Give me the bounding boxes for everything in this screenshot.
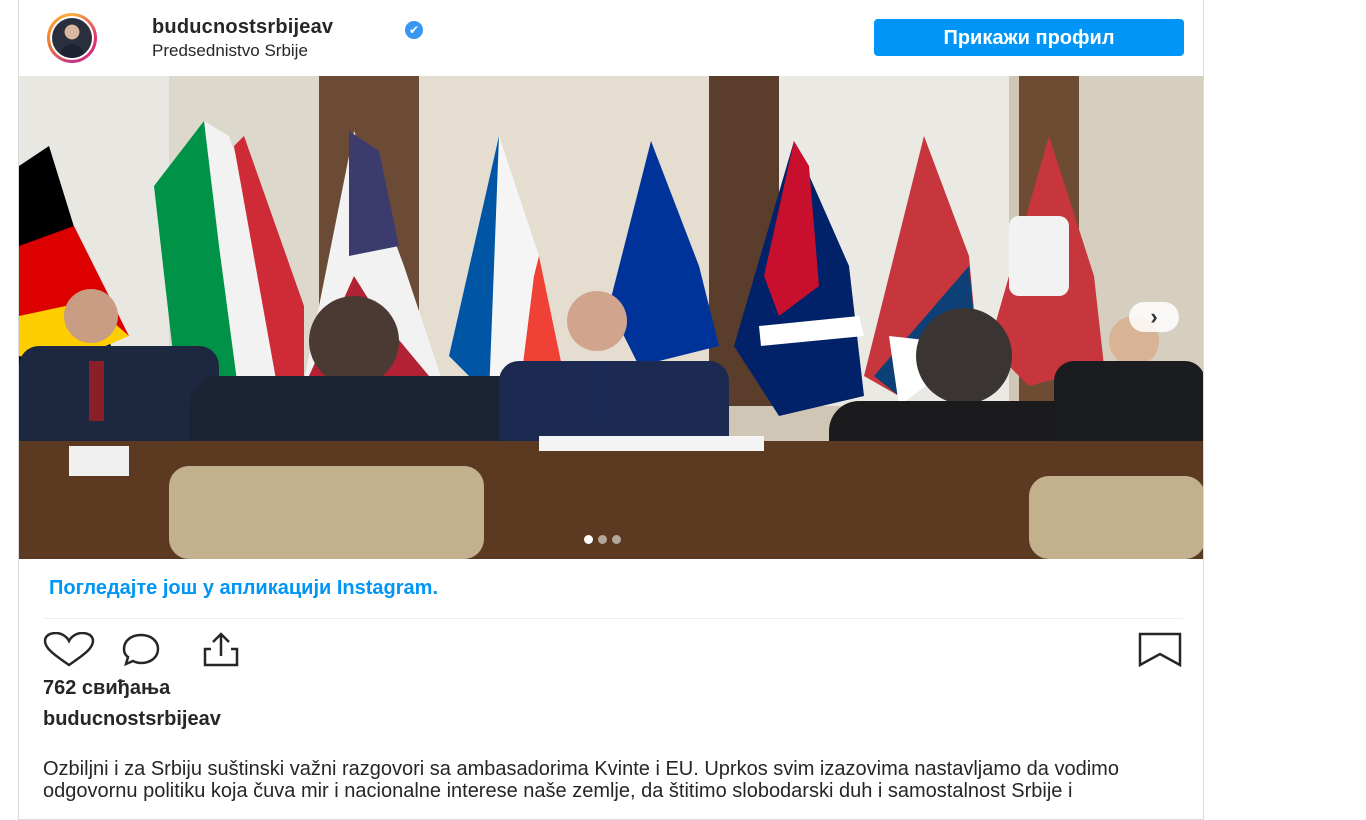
avatar[interactable]	[47, 13, 97, 63]
bookmark-icon[interactable]	[1137, 632, 1183, 668]
meeting-photo	[19, 76, 1203, 559]
view-profile-button[interactable]: Прикажи профил	[874, 19, 1184, 56]
post-username[interactable]: buducnostsrbijeav	[152, 16, 333, 39]
comment-icon[interactable]	[121, 632, 161, 668]
divider	[43, 618, 1183, 619]
caption-text: Ozbiljni i za Srbiju suštinski važni raz…	[43, 758, 1119, 802]
heart-icon[interactable]	[43, 632, 95, 668]
caption-username[interactable]: buducnostsrbijeav	[43, 708, 221, 731]
likes-count[interactable]: 762 свиђања	[43, 677, 170, 700]
verified-badge-icon: ✔	[405, 21, 423, 39]
instagram-post-card: buducnostsrbijeav ✔ Predsednistvo Srbije…	[18, 0, 1204, 820]
carousel-indicator	[584, 531, 626, 549]
post-location[interactable]: Predsednistvo Srbije	[152, 41, 308, 61]
carousel-dot	[598, 535, 607, 544]
share-icon[interactable]	[201, 632, 241, 668]
carousel-dot	[584, 535, 593, 544]
view-more-link[interactable]: Погледајте још у апликацији Instagram.	[49, 577, 438, 600]
post-photo[interactable]: ›	[19, 76, 1203, 559]
post-header: buducnostsrbijeav ✔ Predsednistvo Srbije…	[19, 0, 1203, 76]
chevron-right-icon[interactable]: ›	[1129, 302, 1179, 332]
carousel-dot	[612, 535, 621, 544]
